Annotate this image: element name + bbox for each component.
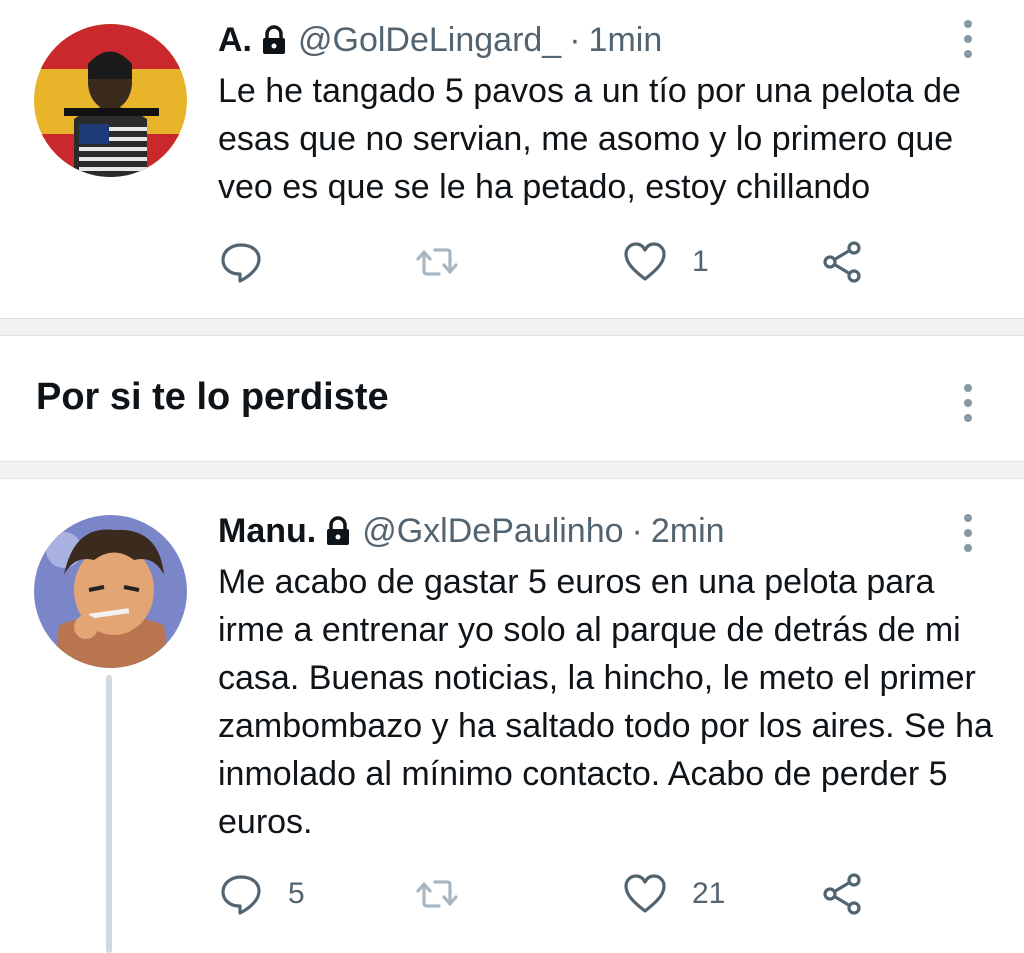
share-icon: [823, 873, 861, 915]
reply-icon: [221, 243, 261, 283]
separator-dot: ·: [569, 21, 581, 59]
tweet-text: Me acabo de gastar 5 euros en una pelota…: [218, 563, 993, 841]
tweet-actions: 1: [0, 232, 1024, 292]
tweet[interactable]: Manu. @GxlDePaulinho · 2min Me acabo de …: [0, 478, 1024, 953]
retweet-icon: [416, 880, 458, 908]
tweet-header: A. @GolDeLingard_ · 1min: [218, 20, 944, 60]
separator-dot: ·: [631, 512, 643, 550]
retweet-button[interactable]: [414, 232, 484, 292]
lock-icon: [327, 516, 350, 545]
reply-count: 5: [288, 877, 305, 910]
reply-button[interactable]: 5: [218, 864, 305, 924]
avatar[interactable]: [34, 515, 187, 668]
more-vertical-icon[interactable]: [962, 20, 974, 58]
timestamp[interactable]: 2min: [651, 511, 725, 551]
tweet[interactable]: A. @GolDeLingard_ · 1min Le he tangado 5…: [0, 0, 1024, 318]
reply-button[interactable]: [218, 232, 288, 292]
retweet-icon: [416, 248, 458, 276]
display-name[interactable]: A.: [218, 20, 252, 60]
user-handle[interactable]: @GxlDePaulinho: [362, 511, 623, 551]
heart-icon: [624, 242, 666, 281]
retweet-button[interactable]: [414, 864, 484, 924]
share-button[interactable]: [820, 864, 866, 924]
tweet-text: Le he tangado 5 pavos a un tío por una p…: [218, 72, 961, 206]
avatar[interactable]: [34, 24, 187, 177]
more-vertical-icon[interactable]: [962, 384, 974, 422]
tweet-header: Manu. @GxlDePaulinho · 2min: [218, 511, 944, 551]
like-count: 1: [692, 245, 709, 278]
more-vertical-icon[interactable]: [962, 514, 974, 552]
lock-icon: [263, 25, 285, 54]
section-divider: [0, 318, 1024, 336]
tweet-actions: 5 21: [0, 864, 1024, 924]
heart-icon: [624, 874, 666, 913]
section-divider: [0, 461, 1024, 479]
like-button[interactable]: 1: [622, 232, 709, 292]
timestamp[interactable]: 1min: [589, 20, 663, 60]
like-count: 21: [692, 877, 726, 910]
display-name[interactable]: Manu.: [218, 511, 316, 551]
share-button[interactable]: [820, 232, 866, 292]
user-handle[interactable]: @GolDeLingard_: [298, 20, 561, 60]
reply-icon: [221, 875, 261, 915]
share-icon: [823, 241, 861, 283]
section-title: Por si te lo perdiste: [36, 376, 389, 418]
like-button[interactable]: 21: [622, 864, 725, 924]
